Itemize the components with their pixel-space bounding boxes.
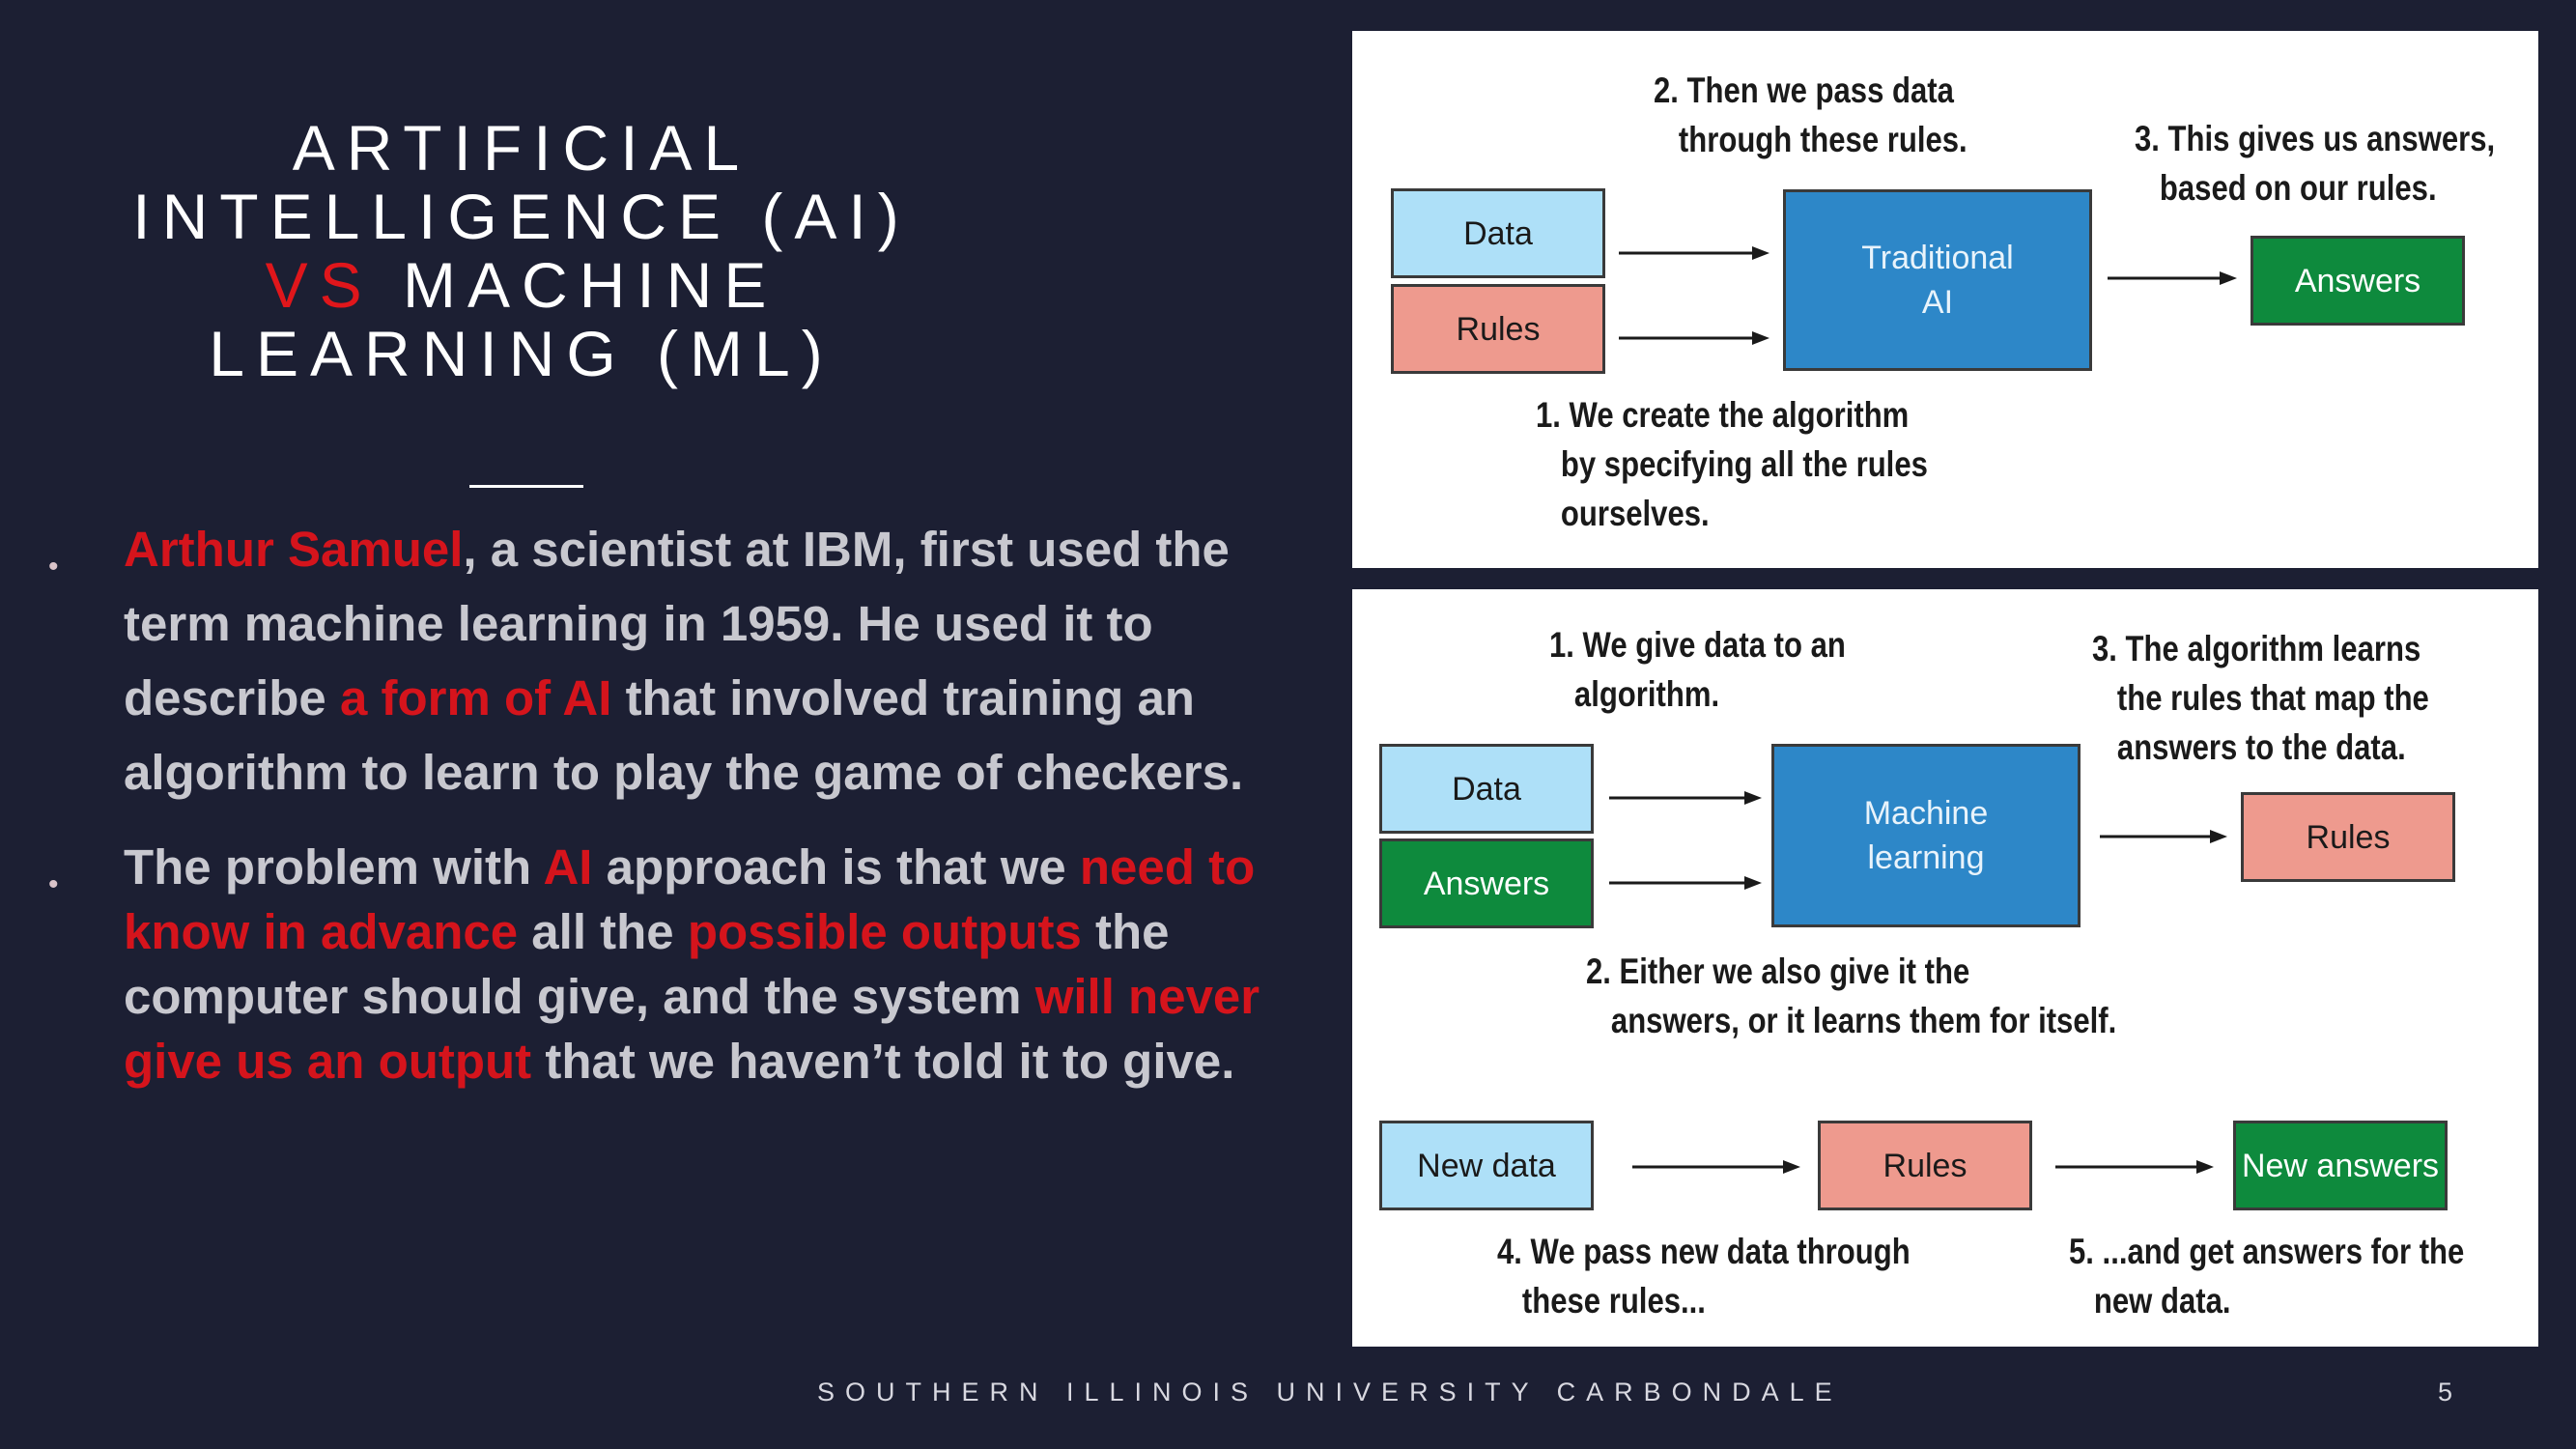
new-answers-box: New answers [2233,1121,2448,1210]
traditional-ai-diagram: 2. Then we pass data through these rules… [1352,31,2538,568]
bullet2-highlight-outputs: possible outputs [687,904,1082,959]
ml-rules-box: Rules [2241,792,2455,882]
ml-data-box: Data [1379,744,1594,834]
arrow-ai-to-answers [2108,271,2237,285]
bullet-marker: • [48,868,59,900]
new-rules-box: Rules [1818,1121,2032,1210]
note-get-answers: 5. ...and get answers for the new data. [2069,1232,2465,1321]
traditional-ai-label-2: AI [1921,284,1954,321]
traditional-ai-label-1: Traditional [1861,240,2014,276]
new-data-box: New data [1379,1121,1594,1210]
title-line-3: VS MACHINE [68,251,976,320]
answers-box-label: Answers [2294,262,2421,299]
bullet2-text-b: approach is that we [592,839,1080,895]
ml-answers-box: Answers [1379,838,1594,928]
title-line-1: ARTIFICIAL [292,112,751,184]
note-give-data: 1. We give data to an algorithm. [1549,625,1846,714]
ml-data-box-label: Data [1452,770,1521,808]
arrow-data-to-ml [1609,791,1762,805]
bullet2-text-a: The problem with [124,839,544,895]
data-box-label: Data [1463,214,1533,252]
arrow-rules-to-ai [1619,331,1769,345]
new-data-box-label: New data [1417,1147,1556,1184]
title-divider [469,485,583,488]
bullet-list: • Arthur Samuel, a scientist at IBM, fir… [39,512,1294,1094]
arrow-ml-to-rules [2100,830,2227,843]
machine-learning-label-1: Machine [1863,795,1989,832]
bullet2-highlight-ai: AI [543,839,593,895]
title-vs: VS [265,249,374,321]
note-gives-answers: 3. This gives us answers, based on our r… [2135,119,2496,208]
title-machine: MACHINE [373,249,778,321]
note-pass-data: 2. Then we pass data through these rules… [1654,71,1967,159]
slide-title: ARTIFICIAL INTELLIGENCE (AI) VS MACHINE … [68,114,976,388]
arrow-answers-to-ml [1609,876,1762,890]
note-either-give: 2. Either we also give it the answers, o… [1586,952,2117,1040]
machine-learning-box: Machine learning [1771,744,2081,927]
page-number: 5 [2438,1378,2453,1406]
answers-box: Answers [2250,236,2465,326]
rules-box: Rules [1391,284,1605,374]
machine-learning-label-2: learning [1867,839,1985,876]
title-line-4: LEARNING (ML) [209,318,835,389]
title-line-2: INTELLIGENCE (AI) [132,181,911,252]
ml-answers-box-label: Answers [1423,865,1550,902]
bullet-ai-problem: • The problem with AI approach is that w… [39,835,1294,1094]
data-box: Data [1391,188,1605,278]
bullet1-highlight-arthur: Arthur Samuel [124,522,464,577]
ml-rules-box-label: Rules [2306,818,2391,856]
bullet2-text-e: that we haven’t told it to give. [531,1034,1235,1089]
bullet2-text-c: all the [518,904,688,959]
bullet-marker: • [48,551,59,582]
new-answers-box-label: New answers [2241,1147,2440,1184]
machine-learning-diagram: 1. We give data to an algorithm. 3. The … [1352,589,2538,1347]
bullet1-highlight-form: a form of AI [339,670,612,725]
arrow-rules-to-new-answers [2055,1160,2214,1174]
footer-university: SOUTHERN ILLINOIS UNIVERSITY CARBONDALE [817,1378,1843,1406]
note-pass-new-data: 4. We pass new data through these rules.… [1497,1232,1911,1321]
rules-box-label: Rules [1456,310,1541,348]
new-rules-box-label: Rules [1882,1147,1967,1184]
traditional-ai-box: Traditional AI [1783,189,2092,371]
arrow-new-data-to-rules [1632,1160,1800,1174]
bullet-arthur-samuel: • Arthur Samuel, a scientist at IBM, fir… [39,512,1294,810]
arrow-data-to-ai [1619,246,1769,260]
note-algorithm-learns: 3. The algorithm learns the rules that m… [2092,629,2429,767]
note-create-algorithm: 1. We create the algorithm by specifying… [1536,395,1928,533]
